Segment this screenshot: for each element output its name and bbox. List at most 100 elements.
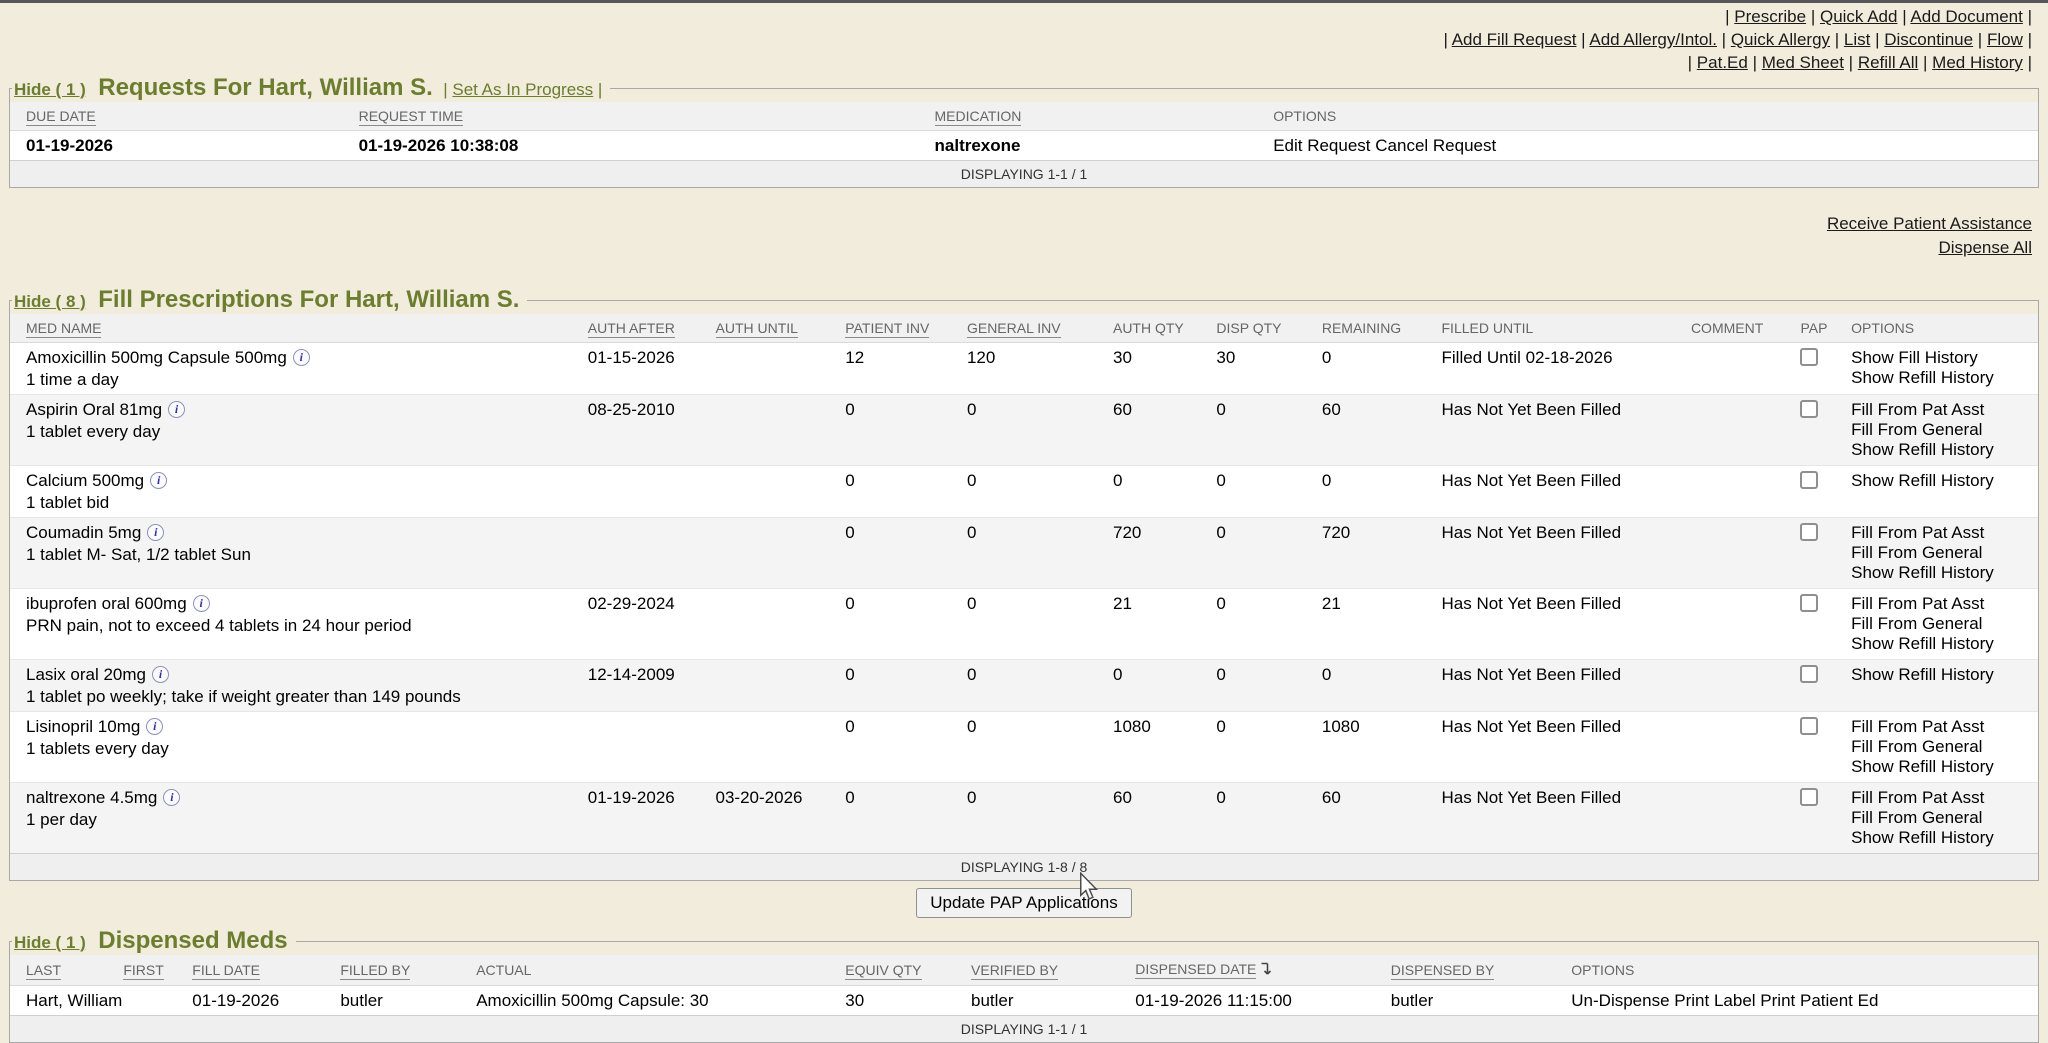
requests-col-medication[interactable]: MEDICATION [935, 108, 1022, 126]
column-header-pap: PAP [1784, 314, 1835, 343]
receive-patient-assistance-link[interactable]: Receive Patient Assistance [1827, 212, 2032, 236]
top-nav-row-3: | Pat.Ed | Med Sheet | Refill All | Med … [0, 51, 2032, 74]
med-name-line: naltrexone 4.5mgi [26, 788, 572, 807]
drug-info-icon[interactable]: i [193, 595, 210, 612]
nav-link-prescribe[interactable]: Prescribe [1734, 7, 1806, 26]
fill-from-general-link[interactable]: Fill From General [1851, 808, 1982, 827]
dispensed-col-first[interactable]: FIRST [123, 962, 163, 980]
nav-link-discontinue[interactable]: Discontinue [1884, 30, 1973, 49]
drug-info-icon[interactable]: i [163, 789, 180, 806]
dispensed-col-verified-by[interactable]: VERIFIED BY [971, 962, 1058, 980]
med-name-line: Calcium 500mgi [26, 471, 572, 490]
print-patient-ed-link[interactable]: Print Patient Ed [1760, 991, 1878, 1010]
dispensed-col-fill-date[interactable]: FILL DATE [192, 962, 260, 980]
drug-info-icon[interactable]: i [152, 666, 169, 683]
show-refill-history-link[interactable]: Show Refill History [1851, 665, 1994, 684]
fill-col-med-name[interactable]: MED NAME [26, 320, 101, 338]
dispensed-col-last[interactable]: LAST [26, 962, 61, 980]
nav-link-med-history[interactable]: Med History [1932, 53, 2023, 72]
fill-from-general-link[interactable]: Fill From General [1851, 543, 1982, 562]
column-header-med-name: MED NAME [10, 314, 572, 343]
nav-link-quick-allergy[interactable]: Quick Allergy [1731, 30, 1830, 49]
hide-requests-link[interactable]: Hide ( 1 ) [14, 80, 86, 99]
pap-checkbox[interactable] [1800, 523, 1818, 541]
requests-col-due-date[interactable]: DUE DATE [26, 108, 96, 126]
fill-from-pat-asst-link[interactable]: Fill From Pat Asst [1851, 400, 1984, 419]
show-refill-history-link[interactable]: Show Refill History [1851, 368, 1994, 387]
pap-checkbox[interactable] [1800, 788, 1818, 806]
fill-col-general-inv[interactable]: GENERAL INV [967, 320, 1061, 338]
edit-request-link[interactable]: Edit Request [1273, 136, 1370, 155]
pap-checkbox[interactable] [1800, 594, 1818, 612]
print-label-link[interactable]: Print Label [1674, 991, 1755, 1010]
update-pap-applications-button[interactable]: Update PAP Applications [916, 888, 1131, 918]
show-refill-history-link[interactable]: Show Refill History [1851, 757, 1994, 776]
nav-link-refill-all[interactable]: Refill All [1858, 53, 1918, 72]
nav-link-add-document[interactable]: Add Document [1910, 7, 2022, 26]
nav-link-flow[interactable]: Flow [1987, 30, 2023, 49]
pap-checkbox[interactable] [1800, 348, 1818, 366]
fill-from-general-link[interactable]: Fill From General [1851, 614, 1982, 633]
fill-col-auth-after[interactable]: AUTH AFTER [588, 320, 675, 338]
drug-info-icon[interactable]: i [147, 524, 164, 541]
med-name: Lasix oral 20mg [26, 665, 146, 684]
cancel-request-link[interactable]: Cancel Request [1375, 136, 1496, 155]
nav-link-med-sheet[interactable]: Med Sheet [1762, 53, 1844, 72]
patient-inv-cell: 0 [829, 712, 951, 783]
show-refill-history-link[interactable]: Show Refill History [1851, 440, 1994, 459]
un-dispense-link[interactable]: Un-Dispense [1571, 991, 1669, 1010]
options-cell: Show Refill History [1835, 466, 2038, 518]
drug-info-icon[interactable]: i [150, 472, 167, 489]
prescription-row: Coumadin 5mgi1 tablet M- Sat, 1/2 tablet… [10, 518, 2038, 589]
auth-until-cell [700, 712, 830, 783]
filled-until-cell: Filled Until 02-18-2026 [1426, 343, 1675, 395]
set-as-in-progress-link[interactable]: Set As In Progress [452, 80, 593, 99]
med-name-line: Amoxicillin 500mg Capsule 500mgi [26, 348, 572, 367]
fill-col-auth-until[interactable]: AUTH UNTIL [716, 320, 798, 338]
fill-from-pat-asst-link[interactable]: Fill From Pat Asst [1851, 717, 1984, 736]
hide-dispensed-link[interactable]: Hide ( 1 ) [14, 933, 86, 952]
requests-col-request-time[interactable]: REQUEST TIME [359, 108, 464, 126]
fill-from-general-link[interactable]: Fill From General [1851, 420, 1982, 439]
drug-info-icon[interactable]: i [146, 718, 163, 735]
nav-link-list[interactable]: List [1844, 30, 1870, 49]
pap-checkbox[interactable] [1800, 400, 1818, 418]
pap-checkbox[interactable] [1800, 717, 1818, 735]
hide-fill-link[interactable]: Hide ( 8 ) [14, 292, 86, 311]
fill-col-patient-inv[interactable]: PATIENT INV [845, 320, 929, 338]
show-refill-history-link[interactable]: Show Refill History [1851, 828, 1994, 847]
pap-cell [1784, 395, 1835, 466]
fill-from-pat-asst-link[interactable]: Fill From Pat Asst [1851, 594, 1984, 613]
dispensed-col-filled-by[interactable]: FILLED BY [340, 962, 410, 980]
nav-link-add-allergy-intol[interactable]: Add Allergy/Intol. [1589, 30, 1717, 49]
nav-link-quick-add[interactable]: Quick Add [1820, 7, 1898, 26]
dispensed-col-dispensed-date[interactable]: DISPENSED DATE [1135, 961, 1256, 979]
filled-until-cell: Has Not Yet Been Filled [1426, 783, 1675, 854]
options-cell: Un-Dispense Print Label Print Patient Ed [1555, 986, 2038, 1016]
auth-qty-cell: 720 [1097, 518, 1200, 589]
show-refill-history-link[interactable]: Show Refill History [1851, 471, 1994, 490]
nav-separator: | [1830, 30, 1844, 49]
show-refill-history-link[interactable]: Show Refill History [1851, 563, 1994, 582]
pap-checkbox[interactable] [1800, 665, 1818, 683]
fill-from-pat-asst-link[interactable]: Fill From Pat Asst [1851, 788, 1984, 807]
general-inv-cell: 0 [951, 660, 1097, 712]
nav-link-pat-ed[interactable]: Pat.Ed [1697, 53, 1748, 72]
fill-from-pat-asst-link[interactable]: Fill From Pat Asst [1851, 523, 1984, 542]
dispensed-col-equiv-qty[interactable]: EQUIV QTY [845, 962, 921, 980]
show-refill-history-link[interactable]: Show Refill History [1851, 634, 1994, 653]
option-line: Show Refill History [1851, 563, 2038, 583]
nav-separator: | [2023, 7, 2032, 26]
dispense-all-link[interactable]: Dispense All [1938, 236, 2032, 260]
nav-link-add-fill-request[interactable]: Add Fill Request [1452, 30, 1577, 49]
nav-separator: | [1576, 30, 1589, 49]
dispensed-col-dispensed-by[interactable]: DISPENSED BY [1391, 962, 1494, 980]
remaining-cell: 0 [1306, 466, 1426, 518]
drug-info-icon[interactable]: i [293, 349, 310, 366]
drug-info-icon[interactable]: i [168, 401, 185, 418]
option-line: Fill From General [1851, 614, 2038, 634]
show-fill-history-link[interactable]: Show Fill History [1851, 348, 1978, 367]
prescription-row: Lisinopril 10mgi1 tablets every day00108… [10, 712, 2038, 783]
fill-from-general-link[interactable]: Fill From General [1851, 737, 1982, 756]
pap-checkbox[interactable] [1800, 471, 1818, 489]
